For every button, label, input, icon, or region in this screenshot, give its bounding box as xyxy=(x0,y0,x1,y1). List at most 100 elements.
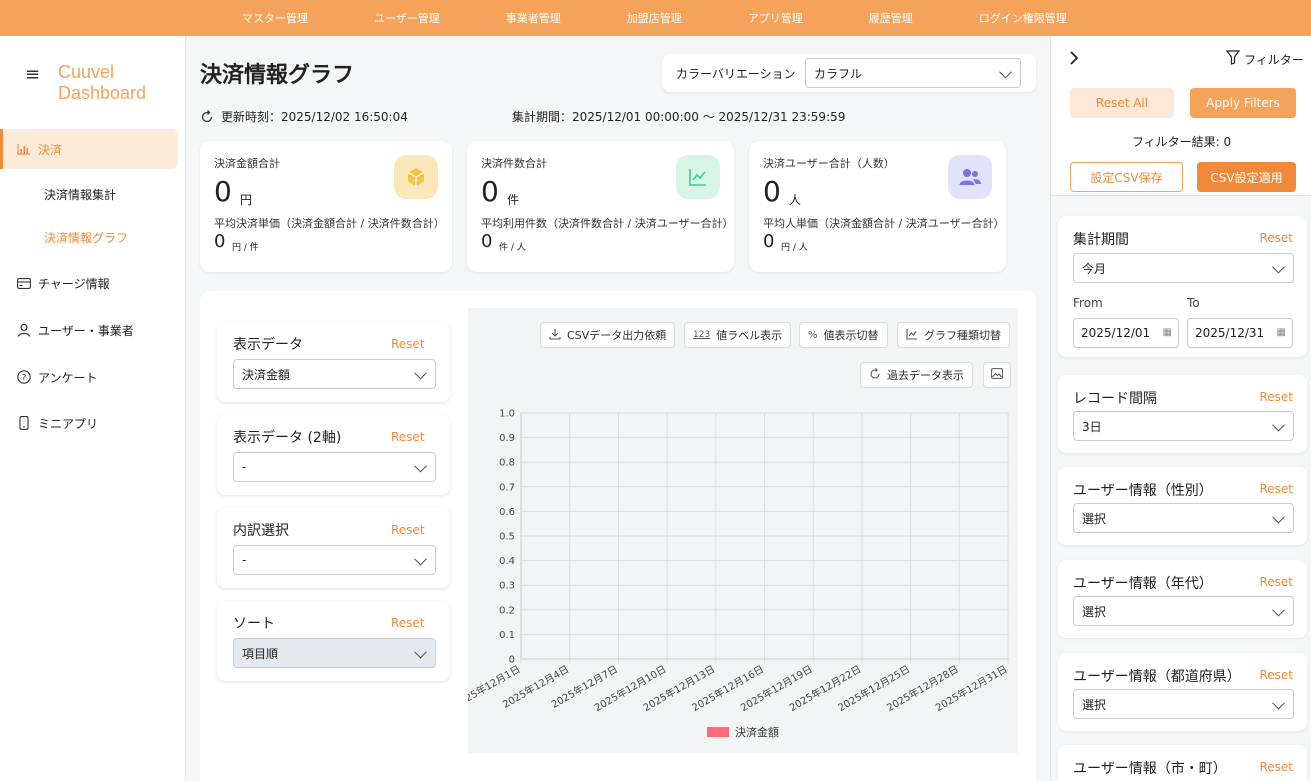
updated-time: 更新時刻：2025/12/02 16:50:04 xyxy=(200,108,408,125)
y-tick-label: 0.7 xyxy=(499,482,515,493)
y-tick-label: 0.8 xyxy=(499,458,515,469)
reset-button[interactable]: Reset xyxy=(391,337,425,351)
topnav-item-business[interactable]: 事業者管理 xyxy=(506,10,561,26)
gender-select[interactable]: 選択 xyxy=(1073,503,1294,533)
y-tick-label: 0.2 xyxy=(499,605,515,616)
reset-button[interactable]: Reset xyxy=(1259,575,1293,589)
chevron-down-icon xyxy=(414,366,427,380)
display-data-2axis-select[interactable]: - xyxy=(233,452,436,482)
save-csv-settings-button[interactable]: 設定CSV保存 xyxy=(1070,162,1183,192)
topnav-item-users[interactable]: ユーザー管理 xyxy=(374,10,440,26)
display-data-select[interactable]: 決済金額 xyxy=(233,359,436,389)
sidebar-item-payment[interactable]: 決済 xyxy=(0,129,178,169)
topnav-item-login-permissions[interactable]: ログイン権限管理 xyxy=(979,10,1067,26)
period-select[interactable]: 今月 xyxy=(1073,253,1294,283)
sidebar-item-charge[interactable]: チャージ情報 xyxy=(0,263,178,303)
refresh-icon[interactable] xyxy=(200,109,214,124)
chevron-right-icon[interactable] xyxy=(1069,51,1079,68)
sidebar-item-label: ミニアプリ xyxy=(38,416,99,431)
page-title: 決済情報グラフ xyxy=(200,63,355,88)
topnav-item-merchants[interactable]: 加盟店管理 xyxy=(627,10,682,26)
sidebar-item-label: アンケート xyxy=(38,370,98,385)
chevron-down-icon xyxy=(414,645,427,659)
brand-line-1: Cuuvel xyxy=(58,62,115,82)
control-breakdown: 内訳選択 Reset - xyxy=(217,508,450,588)
select-value: 3日 xyxy=(1082,419,1102,434)
breakdown-select[interactable]: - xyxy=(233,545,436,575)
reset-button[interactable]: Reset xyxy=(1259,482,1293,496)
card-title: 決済金額合計 xyxy=(214,157,280,170)
from-label: From xyxy=(1073,296,1103,310)
control-sort: ソート Reset 項目順 xyxy=(217,601,450,681)
chevron-down-icon xyxy=(1272,696,1285,710)
reset-all-button[interactable]: Reset All xyxy=(1070,88,1174,118)
kpi-card-count: 決済件数合計 0 件 平均利用件数（決済件数合計 / 決済ユーザー合計） 0 件… xyxy=(467,141,734,272)
select-value: 今月 xyxy=(1082,261,1107,276)
record-interval-select[interactable]: 3日 xyxy=(1073,411,1294,441)
chevron-down-icon xyxy=(1272,418,1285,432)
filter-result: フィルター結果: 0 xyxy=(1131,135,1232,149)
card-sub-value: 0 xyxy=(763,231,775,252)
reset-button[interactable]: Reset xyxy=(1259,668,1293,682)
sidebar-item-survey[interactable]: ? アンケート xyxy=(0,357,178,397)
users-icon xyxy=(948,155,992,199)
y-tick-label: 0.9 xyxy=(499,433,515,444)
filter-title: ユーザー情報（年代） xyxy=(1073,576,1213,592)
card-sub-unit: 件 / 人 xyxy=(499,243,526,253)
card-sub-unit: 円 / 件 xyxy=(232,243,259,253)
card-sub-unit: 円 / 人 xyxy=(781,243,808,253)
kpi-card-amount: 決済金額合計 0 円 平均決済単価（決済金額合計 / 決済件数合計） 0 円 /… xyxy=(200,141,452,272)
filter-prefecture: ユーザー情報（都道府県） Reset 選択 xyxy=(1058,653,1307,731)
updated-time-text: 更新時刻：2025/12/02 16:50:04 xyxy=(221,110,408,124)
chevron-down-icon xyxy=(1272,510,1285,524)
color-variation-select[interactable]: カラフル xyxy=(805,58,1021,88)
aggregation-period: 集計期間：2025/12/01 00:00:00 〜 2025/12/31 23… xyxy=(512,110,846,124)
filter-city: ユーザー情報（市・町） Reset xyxy=(1058,745,1307,781)
sidebar-subitem-payment-graph[interactable]: 決済情報グラフ xyxy=(44,229,128,246)
menu-icon[interactable]: ≡ xyxy=(25,64,40,85)
to-date-input[interactable]: 2025/12/31 ▦ xyxy=(1187,318,1293,348)
sidebar-item-label: 決済 xyxy=(38,142,63,157)
chevron-down-icon xyxy=(1272,260,1285,274)
topnav-item-history[interactable]: 履歴管理 xyxy=(869,10,913,26)
reset-button[interactable]: Reset xyxy=(1259,390,1293,404)
date-value: 2025/12/31 xyxy=(1195,326,1265,340)
topnav-item-apps[interactable]: アプリ管理 xyxy=(748,10,803,26)
topnav-item-master[interactable]: マスター管理 xyxy=(242,10,308,26)
legend-swatch[interactable] xyxy=(707,727,729,737)
reset-button[interactable]: Reset xyxy=(391,523,425,537)
brand-logo: Cuuvel Dashboard xyxy=(58,62,146,104)
date-value: 2025/12/01 xyxy=(1081,326,1151,340)
control-display-data-2axis: 表示データ (2軸) Reset - xyxy=(217,415,450,495)
card-icon xyxy=(16,275,32,291)
sidebar-subitem-payment-summary[interactable]: 決済情報集計 xyxy=(44,186,116,203)
age-select[interactable]: 選択 xyxy=(1073,596,1294,626)
from-date-input[interactable]: 2025/12/01 ▦ xyxy=(1073,318,1179,348)
control-title: ソート xyxy=(233,616,275,632)
card-unit: 人 xyxy=(789,193,802,207)
select-value: カラフル xyxy=(814,66,863,81)
color-variation-label: カラーバリエーション xyxy=(676,67,796,81)
card-value: 0 xyxy=(763,175,781,208)
sidebar: ≡ Cuuvel Dashboard 決済 決済情報集計 決済情報グラフ チャー… xyxy=(0,36,186,781)
legend-label[interactable]: 決済金額 xyxy=(735,725,779,739)
sidebar-item-mini-app[interactable]: ミニアプリ xyxy=(0,403,178,443)
card-value: 0 xyxy=(481,175,499,208)
filter-title: ユーザー情報（市・町） xyxy=(1073,761,1227,777)
box-icon xyxy=(394,155,438,199)
card-subtitle: 平均利用件数（決済件数合計 / 決済ユーザー合計） xyxy=(481,217,734,230)
reset-button[interactable]: Reset xyxy=(1259,231,1293,245)
select-value: 選択 xyxy=(1082,511,1107,526)
sidebar-item-label: ユーザー・事業者 xyxy=(38,323,134,338)
apply-filters-button[interactable]: Apply Filters xyxy=(1190,88,1296,118)
reset-button[interactable]: Reset xyxy=(1259,760,1293,774)
reset-button[interactable]: Reset xyxy=(391,430,425,444)
filter-title: レコード間隔 xyxy=(1073,391,1157,407)
to-label: To xyxy=(1187,296,1200,310)
sidebar-item-users-business[interactable]: ユーザー・事業者 xyxy=(0,310,178,350)
filter-icon xyxy=(1225,50,1241,68)
reset-button[interactable]: Reset xyxy=(391,616,425,630)
prefecture-select[interactable]: 選択 xyxy=(1073,689,1294,719)
chevron-down-icon xyxy=(414,459,427,473)
apply-csv-settings-button[interactable]: CSV設定適用 xyxy=(1197,162,1296,192)
